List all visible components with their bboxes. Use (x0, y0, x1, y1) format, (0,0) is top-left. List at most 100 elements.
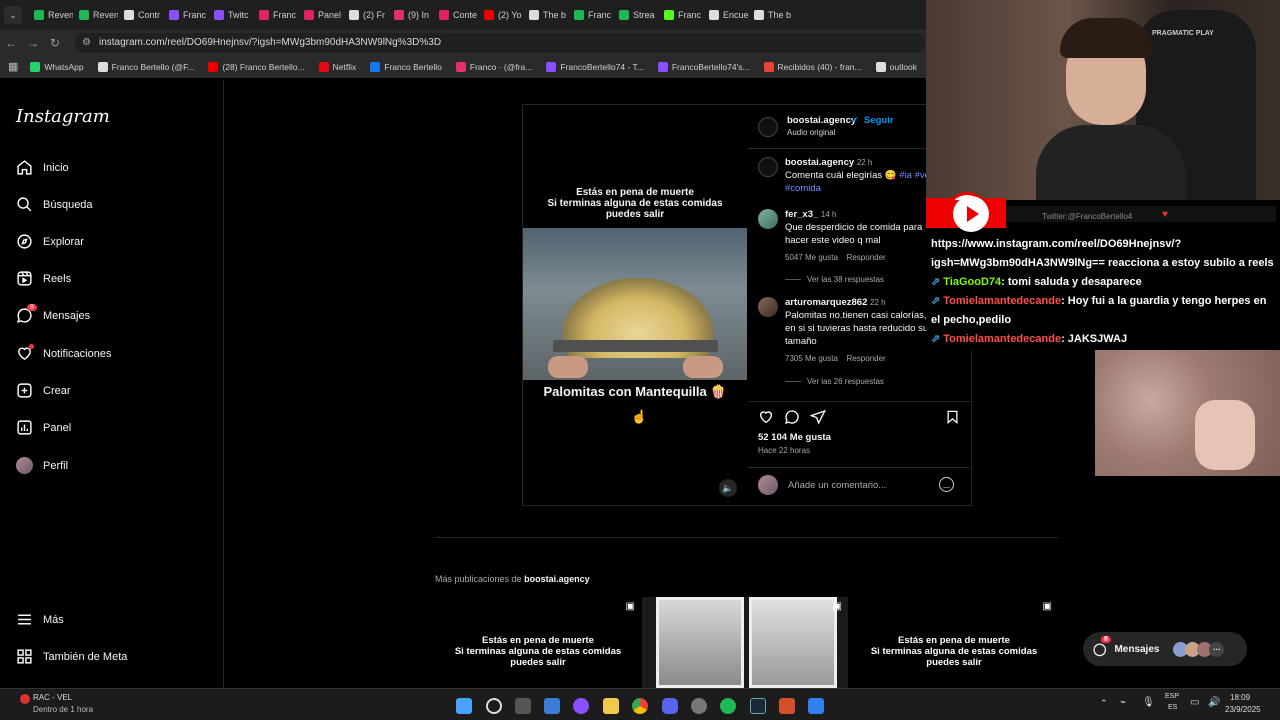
more-post-thumb-2[interactable]: ▣ (642, 597, 848, 688)
caption-author[interactable]: boostai.agency (785, 157, 854, 168)
chrome-icon[interactable] (632, 698, 648, 714)
comment-likes[interactable]: 7305 Me gusta (785, 354, 838, 363)
bookmark-item[interactable]: Netflix (318, 61, 356, 72)
bookmark-icon[interactable] (945, 409, 960, 425)
nav-busqueda[interactable]: Búsqueda (16, 196, 93, 213)
site-info-icon[interactable]: ⚙ (82, 37, 91, 48)
reload-icon[interactable]: ↻ (44, 36, 66, 50)
comment-avatar[interactable] (758, 297, 778, 317)
audio-label[interactable]: Audio original (787, 128, 835, 137)
reels-icon (17, 271, 32, 286)
lang-code[interactable]: ESP (1165, 693, 1179, 700)
caption-tags-2[interactable]: #comida (785, 183, 821, 194)
bookmark-item[interactable]: Franco Bertello (370, 61, 442, 72)
share-icon[interactable] (810, 409, 826, 425)
browser-tab[interactable]: Franc (658, 0, 703, 30)
file-explorer-icon[interactable] (603, 698, 619, 714)
store-icon[interactable] (544, 698, 560, 714)
more-post-thumb-3[interactable]: ▣ Estás en pena de muerte Si terminas al… (850, 597, 1058, 688)
caption-avatar[interactable] (758, 157, 778, 177)
browser-tab[interactable]: Reven (28, 0, 73, 30)
nav-inicio[interactable]: Inicio (16, 159, 69, 176)
app-icon-2[interactable] (779, 698, 795, 714)
emoji-icon[interactable]: ‿ (939, 477, 954, 492)
discord-icon[interactable] (662, 698, 678, 714)
apps-icon[interactable]: ▦ (8, 60, 18, 73)
browser-tab[interactable]: Conte (433, 0, 478, 30)
comment-avatar[interactable] (758, 209, 778, 229)
comment-user[interactable]: arturomarquez862 (785, 297, 867, 308)
reply-button[interactable]: Responder (847, 354, 886, 363)
comment-user[interactable]: fer_x3_ (785, 209, 818, 220)
more-post-thumb-1[interactable]: ▣ Estás en pena de muerte Si terminas al… (435, 597, 641, 688)
bookmark-item[interactable]: Franco Bertello (@F... (97, 61, 194, 72)
bookmark-item[interactable]: Franco · (@fra... (455, 61, 532, 72)
bookmark-item[interactable]: FrancoBertello74's... (657, 61, 750, 72)
browser-tab[interactable]: Encue (703, 0, 748, 30)
app-icon-3[interactable] (808, 698, 824, 714)
browser-tab[interactable]: Panel (298, 0, 343, 30)
nav-reels[interactable]: Reels (16, 270, 71, 287)
bookmark-item[interactable]: FrancoBertello74 - T... (546, 61, 644, 72)
mic-icon[interactable]: 🎙 (1142, 697, 1155, 708)
nav-meta[interactable]: También de Meta (16, 648, 127, 665)
notify-title[interactable]: RAC - VEL (33, 693, 72, 702)
obs-icon[interactable] (691, 698, 707, 714)
author-name[interactable]: boostai.agency (787, 115, 856, 126)
browser-tab[interactable]: The b (748, 0, 793, 30)
browser-tab[interactable]: (2) Fr (343, 0, 388, 30)
bookmark-item[interactable]: outlook (875, 61, 917, 72)
back-icon[interactable]: ← (0, 36, 22, 50)
instagram-logo[interactable]: Instagram (16, 106, 110, 127)
browser-tab[interactable]: Franc (253, 0, 298, 30)
clock-time[interactable]: 18:09 (1230, 693, 1250, 702)
tray-chevron-icon[interactable]: ⌃ (1100, 698, 1108, 709)
slime-video-overlay (1095, 350, 1280, 476)
forward-icon[interactable]: → (22, 36, 44, 50)
browser-tab[interactable]: The b (523, 0, 568, 30)
nav-notificaciones[interactable]: Notificaciones (16, 344, 111, 362)
comment-likes[interactable]: 5047 Me gusta (785, 253, 838, 262)
nav-mensajes[interactable]: 8 Mensajes (16, 304, 90, 324)
messages-pill[interactable]: ◯ 8 Mensajes ··· (1083, 632, 1247, 666)
app-icon[interactable] (573, 698, 589, 714)
browser-tab[interactable]: (2) Yo (478, 0, 523, 30)
browser-tab[interactable]: Twitc (208, 0, 253, 30)
browser-tab[interactable]: (9) In (388, 0, 433, 30)
bookmark-item[interactable]: Recibidos (40) - fran... (763, 61, 862, 72)
nav-crear[interactable]: Crear (16, 382, 71, 399)
nav-explorar[interactable]: Explorar (16, 233, 84, 250)
windows-start-icon[interactable] (456, 698, 472, 714)
steam-icon[interactable] (750, 698, 766, 714)
tab-search-button[interactable]: ⌄ (4, 6, 22, 24)
browser-tab[interactable]: Reven (73, 0, 118, 30)
nav-perfil[interactable]: Perfil (16, 457, 68, 474)
likes-count[interactable]: 52 104 Me gusta (758, 432, 831, 443)
mute-icon[interactable]: 🔈 (719, 479, 737, 497)
bookmark-item[interactable]: (28) Franco Bertello... (208, 61, 305, 72)
task-view-icon[interactable] (515, 698, 531, 714)
nav-panel[interactable]: Panel (16, 419, 71, 436)
network-icon[interactable]: ⌁ (1120, 697, 1126, 708)
address-bar[interactable]: ⚙ instagram.com/reel/DO69Hnejnsv/?igsh=M… (74, 32, 926, 53)
comment-icon[interactable] (784, 409, 800, 425)
display-icon[interactable]: ▭ (1190, 697, 1199, 708)
more-posts-author[interactable]: boostai.agency (524, 574, 590, 584)
spotify-icon[interactable] (720, 698, 736, 714)
search-icon[interactable] (486, 698, 502, 714)
view-replies-1[interactable]: Ver las 38 respuestas (785, 275, 884, 284)
reply-button[interactable]: Responder (847, 253, 886, 262)
browser-tab[interactable]: Franc (568, 0, 613, 30)
reel-video[interactable]: Estás en pena de muerte Si terminas algu… (523, 105, 747, 505)
volume-icon[interactable]: 🔊 (1208, 697, 1220, 708)
bookmark-item[interactable]: WhatsApp (30, 61, 84, 72)
browser-tab[interactable]: Franc (163, 0, 208, 30)
author-avatar[interactable] (758, 117, 778, 137)
nav-mas[interactable]: Más (16, 611, 64, 628)
view-replies-2[interactable]: Ver las 26 respuestas (785, 377, 884, 386)
comment-input[interactable]: Añade un comentario... (788, 480, 886, 491)
browser-tab[interactable]: Strea (613, 0, 658, 30)
like-icon[interactable] (758, 409, 774, 425)
follow-button[interactable]: Seguir (864, 115, 894, 126)
browser-tab[interactable]: Contr (118, 0, 163, 30)
